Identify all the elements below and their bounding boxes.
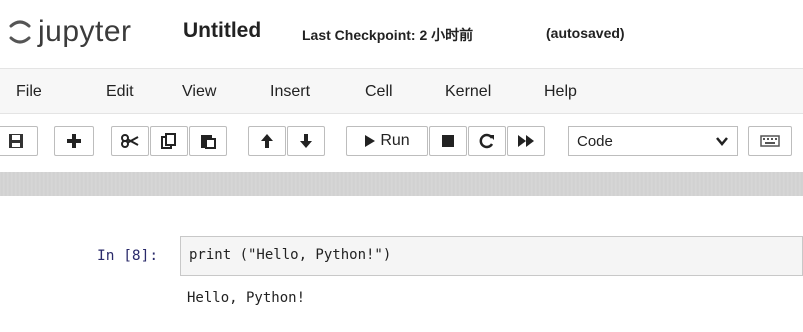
restart-button[interactable]	[468, 126, 506, 156]
restart-icon	[479, 133, 494, 149]
notebook-header: jupyter Untitled Last Checkpoint: 2 小时前 …	[0, 0, 803, 62]
chevron-down-icon	[716, 137, 728, 146]
arrow-up-icon	[261, 134, 273, 148]
menu-view[interactable]: View	[182, 83, 216, 101]
keyboard-icon	[760, 135, 780, 147]
menu-cell[interactable]: Cell	[365, 83, 393, 101]
stop-icon	[442, 135, 454, 147]
run-button[interactable]: Run	[346, 126, 428, 156]
cell-output: Hello, Python!	[187, 290, 306, 306]
copy-icon	[161, 133, 176, 149]
save-button[interactable]	[0, 126, 38, 156]
paste-button[interactable]	[189, 126, 227, 156]
command-palette-button[interactable]	[748, 126, 792, 156]
menu-file[interactable]: File	[16, 83, 42, 101]
paste-icon	[201, 135, 216, 149]
code-cell-input[interactable]: print ("Hello, Python!")	[180, 236, 803, 276]
header-separator	[0, 172, 803, 196]
autosave-status: (autosaved)	[546, 25, 625, 41]
plus-icon	[67, 134, 81, 148]
move-up-button[interactable]	[248, 126, 286, 156]
insert-cell-button[interactable]	[54, 126, 94, 156]
logo-text: jupyter	[38, 15, 132, 48]
menu-kernel[interactable]: Kernel	[445, 83, 491, 101]
move-down-button[interactable]	[287, 126, 325, 156]
fast-forward-icon	[518, 135, 534, 147]
cell-type-select[interactable]: Code	[568, 126, 738, 156]
menu-insert[interactable]: Insert	[270, 83, 310, 101]
jupyter-logo-icon	[9, 20, 31, 44]
code-text[interactable]: print ("Hello, Python!")	[189, 247, 391, 263]
menu-bar: File Edit View Insert Cell Kernel Help	[0, 68, 803, 114]
menu-help[interactable]: Help	[544, 83, 577, 101]
interrupt-button[interactable]	[429, 126, 467, 156]
menu-edit[interactable]: Edit	[106, 83, 134, 101]
restart-run-all-button[interactable]	[507, 126, 545, 156]
jupyter-logo[interactable]: jupyter	[8, 12, 148, 52]
cell-type-value: Code	[577, 132, 613, 150]
cut-icon	[121, 134, 139, 148]
save-icon	[9, 134, 23, 148]
play-icon	[365, 135, 376, 147]
checkpoint-status: Last Checkpoint: 2 小时前	[302, 27, 474, 43]
toolbar: Run Code	[0, 120, 803, 166]
run-label: Run	[380, 132, 410, 149]
notebook-title[interactable]: Untitled	[183, 19, 261, 43]
arrow-down-icon	[300, 134, 312, 148]
cut-button[interactable]	[111, 126, 149, 156]
input-prompt: In [8]:	[97, 248, 159, 264]
copy-button[interactable]	[150, 126, 188, 156]
